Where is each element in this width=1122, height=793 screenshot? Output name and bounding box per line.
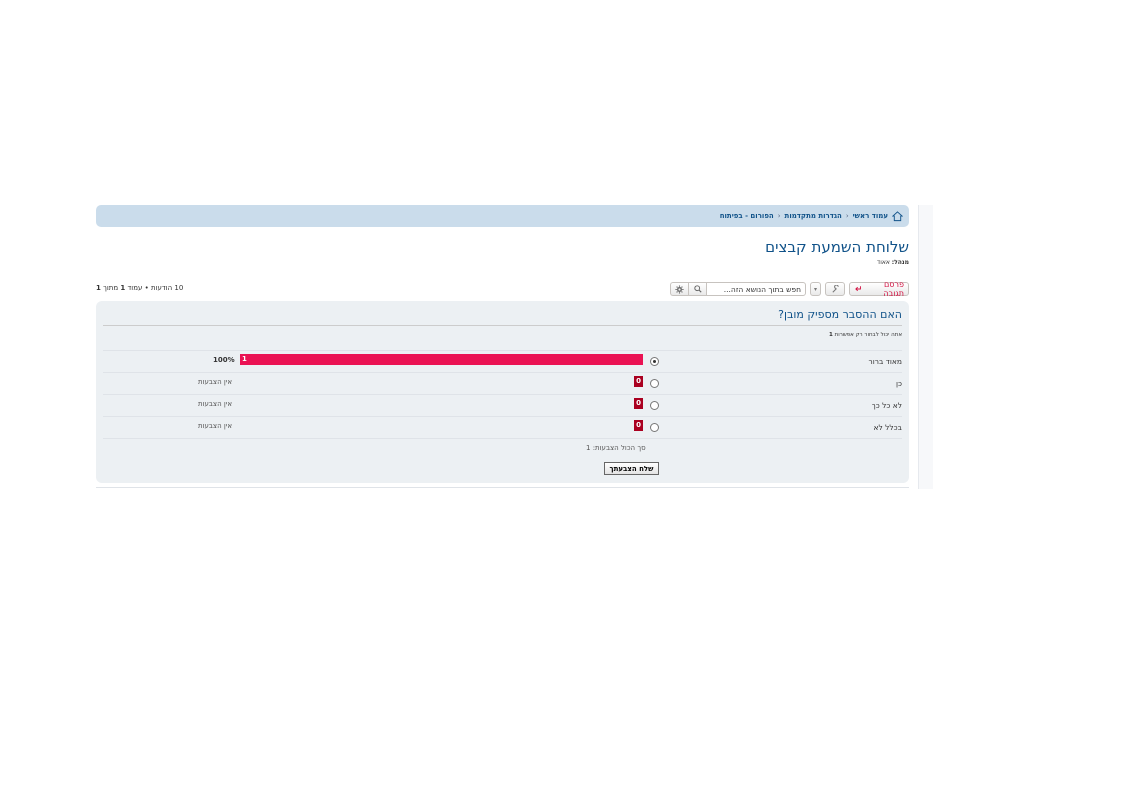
poll-option-row: כן 0 אין הצבעות — [103, 372, 902, 395]
gear-icon — [675, 284, 684, 294]
poll-bar: 1 — [240, 354, 643, 365]
poll-option-row: בכלל לא 0 אין הצבעות — [103, 416, 902, 439]
pagination: 10 הודעות • עמוד 1 מתוך 1 — [96, 284, 183, 292]
topic-tools-button[interactable] — [825, 282, 845, 296]
advanced-search-button[interactable] — [670, 282, 688, 296]
pagination-bullet: • — [144, 284, 149, 292]
poll-bar-track: 1 — [240, 354, 643, 365]
search-icon — [693, 285, 702, 293]
total-pages: 1 — [96, 284, 101, 292]
search-button[interactable] — [688, 282, 706, 296]
breadcrumb-item-forum[interactable]: הפורום - בפיתוח — [720, 212, 774, 220]
topic-search: חפש בתוך הנושא הזה... — [670, 282, 806, 296]
poll-divider — [103, 325, 902, 326]
wrench-icon — [831, 284, 839, 293]
current-page: 1 — [120, 284, 126, 292]
action-bar: פרסם תגובה ▾ חפש בתוך הנושא הזה... — [670, 280, 909, 298]
poll-vote-count: 1 — [242, 355, 247, 363]
submit-vote-button[interactable]: שלח הצבעתך — [604, 462, 659, 475]
page-title[interactable]: שלוחת השמעת קבצים — [765, 238, 909, 256]
moderators-label: מנהל: — [891, 259, 909, 266]
reply-arrow-icon — [855, 286, 861, 292]
post-count: 10 הודעות — [150, 284, 184, 292]
poll-option-radio[interactable] — [650, 379, 659, 388]
poll-option-label: מאוד ברור — [868, 357, 902, 366]
poll-bar-track: 0 — [240, 420, 643, 431]
poll-note-count: 1 — [829, 332, 833, 338]
home-icon[interactable] — [892, 210, 903, 222]
page-word: עמוד — [127, 284, 143, 292]
poll-bar-zero: 0 — [634, 376, 643, 387]
poll-option-radio[interactable] — [650, 423, 659, 432]
side-column — [918, 205, 933, 489]
poll-bar-zero: 0 — [634, 398, 643, 409]
poll-no-votes: אין הצבעות — [198, 422, 233, 430]
poll-question: האם ההסבר מספיק מובן? — [778, 308, 902, 321]
poll-panel: האם ההסבר מספיק מובן? אתה יכול לבחור רק … — [96, 301, 909, 483]
breadcrumb-separator: ‹ — [777, 212, 781, 220]
poll-no-votes: אין הצבעות — [198, 378, 233, 386]
poll-bar-zero: 0 — [634, 420, 643, 431]
moderator-name[interactable]: אאוד — [877, 259, 890, 266]
poll-note-text: אתה יכול לבחור רק אפשרות — [834, 332, 902, 338]
poll-option-label: לא כל כך — [871, 401, 902, 410]
bottom-divider — [96, 487, 909, 488]
poll-option-label: כן — [895, 379, 902, 388]
poll-option-radio[interactable] — [650, 401, 659, 410]
poll-note: אתה יכול לבחור רק אפשרות 1 — [829, 332, 902, 338]
poll-row-divider — [103, 438, 902, 439]
breadcrumb-item-advanced-settings[interactable]: הגדרות מתקדמות — [785, 212, 842, 220]
poll-bar-track: 0 — [240, 376, 643, 387]
moderators-line: מנהל: אאוד — [877, 259, 909, 266]
search-input[interactable]: חפש בתוך הנושא הזה... — [706, 282, 806, 296]
breadcrumb: עמוד ראשי ‹ הגדרות מתקדמות ‹ הפורום - בפ… — [96, 205, 909, 227]
poll-option-row: מאוד ברור 1 100% — [103, 350, 902, 373]
poll-percent: 100% — [213, 356, 235, 364]
breadcrumb-separator: ‹ — [845, 212, 849, 220]
poll-option-label: בכלל לא — [873, 423, 903, 432]
caret-down-icon[interactable]: ▾ — [810, 282, 821, 296]
poll-bar-track: 0 — [240, 398, 643, 409]
post-reply-label: פרסם תגובה — [883, 280, 904, 298]
breadcrumb-item-home[interactable]: עמוד ראשי — [853, 212, 888, 220]
poll-total-votes: סך הכול הצבעות: 1 — [586, 444, 646, 452]
poll-option-radio[interactable] — [650, 357, 659, 366]
post-reply-button[interactable]: פרסם תגובה — [849, 280, 909, 298]
poll-option-row: לא כל כך 0 אין הצבעות — [103, 394, 902, 417]
of-word: מתוך — [103, 284, 119, 292]
poll-no-votes: אין הצבעות — [198, 400, 233, 408]
